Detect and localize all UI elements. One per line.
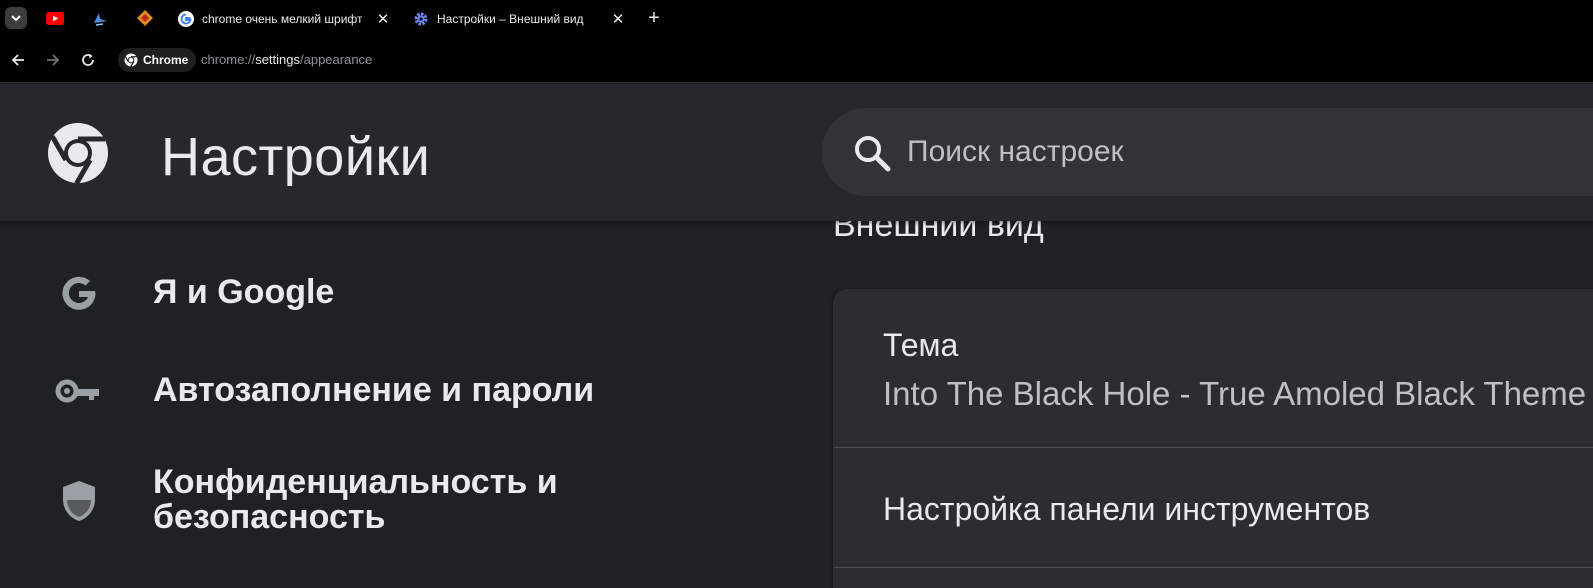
arrow-right-icon [47, 54, 60, 66]
arrow-left-icon [11, 54, 24, 66]
settings-search[interactable] [822, 108, 1593, 196]
appearance-card: Тема Into The Black Hole - True Amoled B… [833, 289, 1593, 588]
sidebar-item-you-and-google[interactable]: Я и Google [0, 269, 700, 317]
tab-google-search[interactable]: chrome очень мелкий шрифт в ✕ [178, 4, 392, 34]
pinned-tab-badge[interactable] [135, 8, 155, 28]
youtube-icon [46, 11, 64, 25]
search-input[interactable] [907, 128, 1557, 176]
pinned-tab-bird[interactable] [90, 8, 110, 28]
plus-icon: + [648, 6, 660, 29]
shield-icon [55, 477, 103, 525]
tab-title: Настройки – Внешний вид [437, 12, 584, 26]
chrome-logo-icon [48, 123, 108, 184]
tab-close-button[interactable]: ✕ [374, 10, 392, 28]
new-tab-button[interactable]: + [643, 7, 665, 29]
customize-toolbar-row[interactable]: Настройка панели инструментов [833, 449, 1593, 568]
sidebar-item-label: Автозаполнение и пароли [153, 371, 595, 409]
back-button[interactable] [7, 49, 29, 71]
settings-icon [414, 12, 428, 26]
chrome-logo-icon [124, 53, 138, 67]
address-bar[interactable]: Chrome chrome://settings/appearance [116, 46, 1593, 74]
tab-close-button[interactable]: ✕ [609, 10, 627, 28]
settings-header: Настройки [0, 84, 1593, 221]
sidebar-item-label: Я и Google [153, 273, 335, 311]
sidebar-item-label-line1: Конфиденциальность и [153, 463, 558, 501]
url-host: settings [255, 52, 300, 67]
theme-row[interactable]: Тема Into The Black Hole - True Amoled B… [833, 289, 1593, 448]
chrome-chip[interactable]: Chrome [118, 48, 197, 72]
pinned-tab-youtube[interactable] [45, 8, 65, 28]
customize-toolbar-label: Настройка панели инструментов [883, 491, 1371, 527]
tab-title: chrome очень мелкий шрифт в [202, 12, 362, 26]
google-g-icon [55, 269, 103, 317]
bird-icon [94, 13, 107, 26]
settings-sidebar: Я и Google Автозаполнение и пароли Конфи… [0, 221, 800, 588]
chevron-down-icon [11, 15, 21, 22]
theme-value: Into The Black Hole - True Amoled Black … [883, 375, 1587, 412]
sidebar-item-privacy[interactable]: Конфиденциальность и безопасность [0, 465, 700, 537]
url-path: /appearance [300, 52, 373, 67]
sidebar-item-label-line2: безопасность [153, 498, 386, 536]
badge-icon [137, 10, 153, 26]
google-icon [178, 11, 194, 27]
search-icon [855, 136, 891, 172]
reload-button[interactable] [77, 49, 99, 71]
url-text: chrome://settings/appearance [201, 52, 372, 67]
tab-strip: chrome очень мелкий шрифт в ✕ Настройки … [0, 0, 1593, 38]
url-scheme: chrome:// [201, 52, 256, 67]
theme-label: Тема [883, 327, 959, 363]
chip-label: Chrome [143, 53, 189, 67]
reload-icon [82, 53, 94, 66]
sidebar-item-autofill[interactable]: Автозаполнение и пароли [0, 367, 700, 415]
tab-settings[interactable]: Настройки – Внешний вид ✕ [413, 4, 627, 34]
key-icon [55, 367, 103, 415]
forward-button[interactable] [42, 49, 64, 71]
page-title: Настройки [161, 127, 431, 187]
tab-search-button[interactable] [5, 7, 27, 29]
browser-toolbar: Chrome chrome://settings/appearance [0, 38, 1593, 83]
